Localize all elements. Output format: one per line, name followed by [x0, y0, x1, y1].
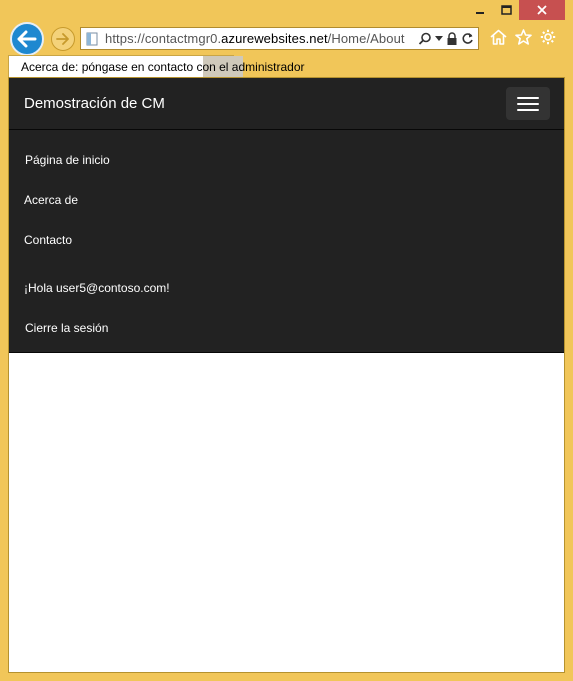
close-icon — [537, 5, 547, 15]
home-icon — [490, 29, 507, 45]
search-dropdown[interactable] — [435, 35, 443, 42]
url-host: azurewebsites.net — [221, 31, 328, 46]
logout-link[interactable]: Cierre la sesión — [25, 321, 108, 335]
site-brand-link[interactable]: Demostración de CM — [24, 95, 165, 112]
account-greeting-link[interactable]: ¡Hola user5@contoso.com! — [24, 281, 170, 295]
nav-link-home[interactable]: Página de inicio — [25, 153, 110, 167]
back-button[interactable] — [10, 22, 44, 56]
browser-window: https://contactmgr0.azurewebsites.net/Ho… — [0, 0, 573, 681]
window-controls — [467, 0, 565, 22]
chevron-down-icon — [435, 35, 443, 41]
tab-about[interactable]: Acerca de: póngase en contacto con el ad… — [8, 55, 305, 77]
maximize-icon — [500, 5, 512, 15]
url-scheme: https://contactmgr0. — [105, 31, 222, 46]
forward-button[interactable] — [51, 27, 75, 51]
lock-icon — [447, 31, 457, 45]
favorites-button[interactable] — [515, 29, 532, 45]
page-icon — [86, 32, 98, 45]
security-lock[interactable] — [446, 31, 458, 46]
back-arrow-icon — [17, 30, 37, 48]
gear-icon — [540, 29, 556, 45]
search-button[interactable] — [418, 32, 432, 46]
refresh-icon — [462, 33, 473, 44]
minimize-icon — [476, 12, 484, 14]
tools-button[interactable] — [540, 29, 556, 45]
tab-title: Acerca de: póngase en contacto con el ad… — [21, 59, 305, 74]
url-text[interactable]: https://contactmgr0.azurewebsites.net/Ho… — [105, 31, 405, 46]
page-viewport: Demostración de CM Página de inicio Acer… — [8, 77, 565, 673]
navbar-header: Demostración de CM — [9, 78, 564, 130]
hamburger-icon — [517, 96, 539, 99]
address-bar[interactable]: https://contactmgr0.azurewebsites.net/Ho… — [80, 27, 479, 50]
refresh-button[interactable] — [461, 32, 474, 45]
nav-link-contact[interactable]: Contacto — [24, 233, 72, 247]
minimize-button[interactable] — [467, 0, 493, 20]
home-button[interactable] — [490, 29, 507, 45]
maximize-button[interactable] — [493, 0, 519, 20]
nav-link-about[interactable]: Acerca de — [24, 193, 78, 207]
site-navbar: Demostración de CM Página de inicio Acer… — [9, 78, 564, 353]
forward-arrow-icon — [56, 33, 69, 45]
address-bar-actions — [418, 31, 478, 46]
browser-tools — [490, 29, 556, 45]
close-button[interactable] — [519, 0, 565, 20]
navbar-toggle-button[interactable] — [506, 87, 550, 120]
search-icon — [418, 32, 431, 45]
url-path: /Home/About — [327, 31, 405, 46]
star-icon — [515, 29, 532, 45]
